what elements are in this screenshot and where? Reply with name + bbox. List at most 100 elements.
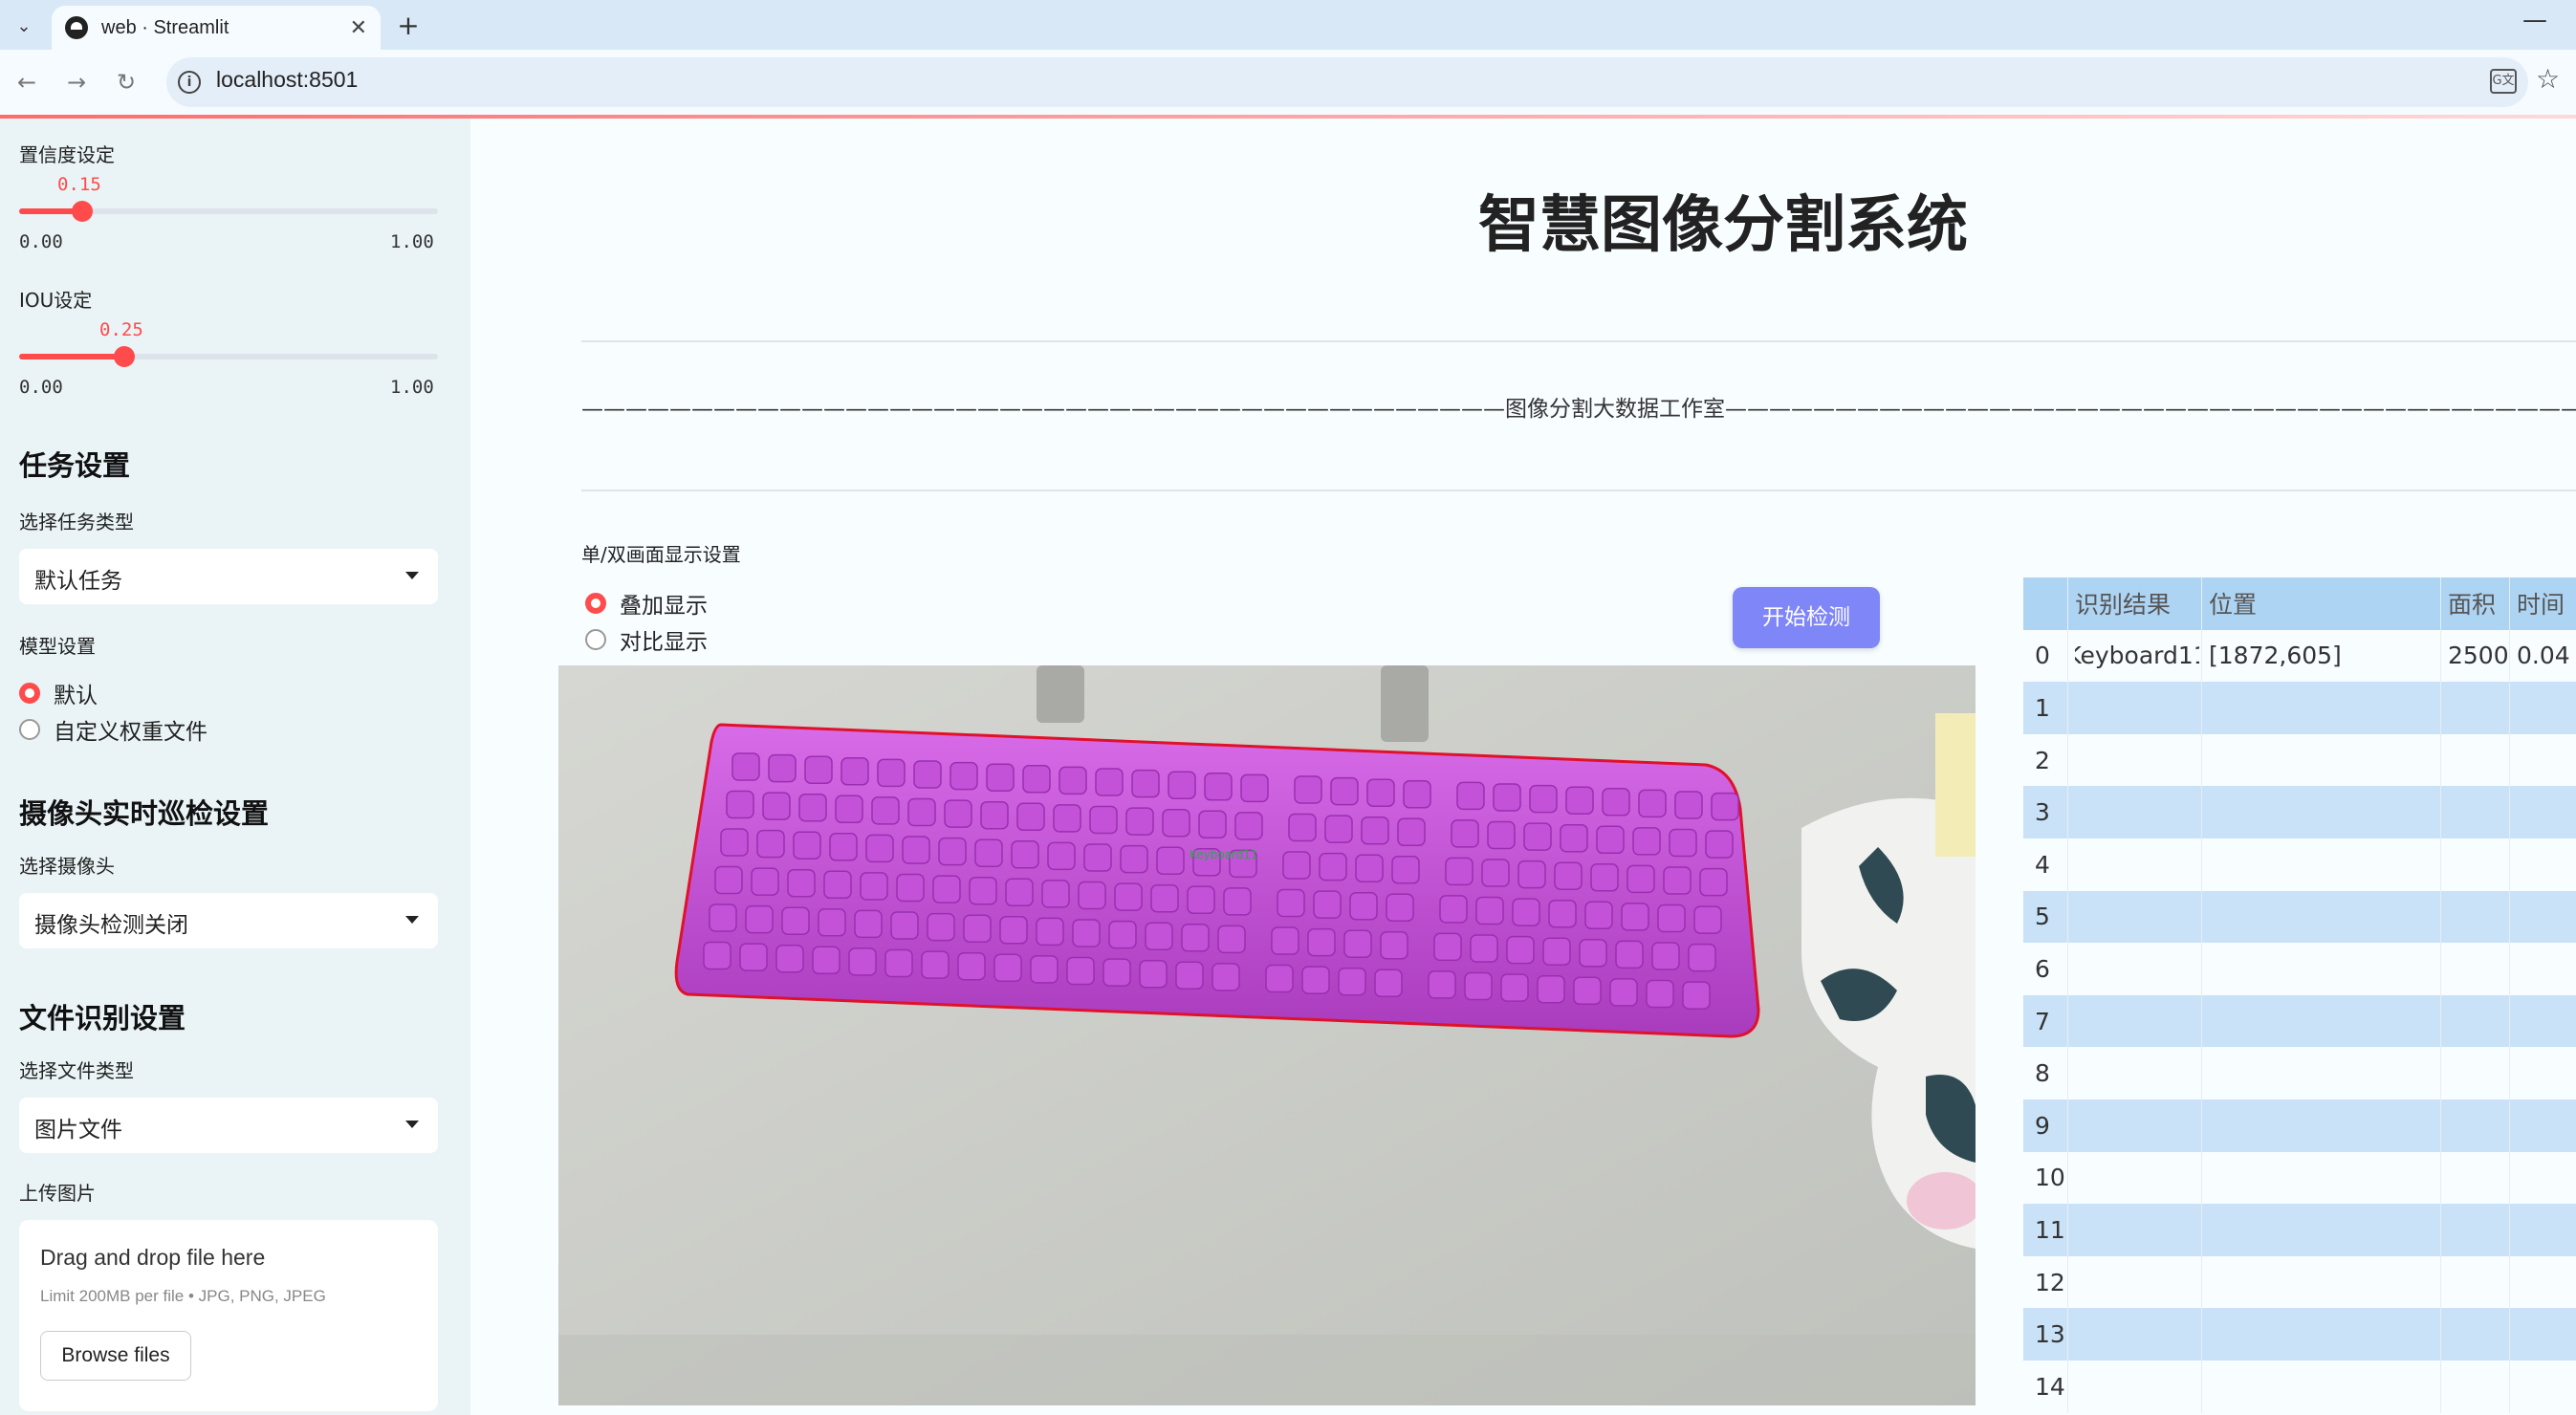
browse-files-button[interactable]: Browse files	[40, 1331, 191, 1381]
keyboard-key	[756, 829, 785, 859]
keyboard-key	[1523, 822, 1552, 851]
browser-tab[interactable]: web · Streamlit ✕	[52, 6, 381, 50]
forward-arrow-icon[interactable]: →	[61, 67, 92, 98]
keyboard-key	[1573, 976, 1602, 1006]
column-divider	[2067, 733, 2068, 787]
task-type-select[interactable]: 默认任务	[19, 549, 438, 604]
divider	[581, 490, 2576, 491]
site-info-icon[interactable]: i	[178, 71, 201, 94]
table-cell	[2448, 838, 2507, 891]
table-cell	[2517, 891, 2574, 944]
table-row[interactable]: 13	[2023, 1308, 2576, 1361]
browser-tab-bar: ⌄ web · Streamlit ✕ + —	[0, 0, 2576, 50]
keyboard-key	[1602, 788, 1630, 816]
keyboard-key	[1397, 817, 1426, 847]
results-table[interactable]: 识别结果 位置 面积时间 0 Keyboard11 [1872,605] 2500820 0.…	[2023, 577, 2576, 1415]
display-radio-overlay[interactable]: 叠加显示	[585, 587, 708, 620]
table-row[interactable]: 10	[2023, 1151, 2576, 1205]
keyboard-key	[1011, 840, 1039, 869]
column-divider	[2509, 733, 2510, 787]
table-row[interactable]: 12	[2023, 1255, 2576, 1309]
model-radio-custom[interactable]: 自定义权重文件	[19, 713, 207, 746]
iou-slider[interactable]	[19, 346, 438, 367]
keyboard-key	[1596, 825, 1625, 855]
url-text[interactable]: localhost:8501	[216, 67, 358, 93]
keyboard-key	[1361, 816, 1389, 845]
column-divider	[2201, 1047, 2202, 1099]
display-radio-compare[interactable]: 对比显示	[585, 623, 708, 656]
tab-list-chevron-icon[interactable]: ⌄	[8, 10, 40, 42]
confidence-slider-thumb[interactable]	[71, 201, 93, 222]
keyboard-key	[1470, 934, 1498, 963]
table-row[interactable]: 4	[2023, 838, 2576, 891]
table-cell	[2075, 838, 2199, 891]
keyboard-key	[1102, 958, 1131, 987]
file-type-select[interactable]: 图片文件	[19, 1098, 438, 1153]
iou-label: IOU设定	[19, 289, 93, 312]
table-row[interactable]: 7	[2023, 994, 2576, 1048]
keyboard-key	[1108, 920, 1137, 949]
table-cell	[2448, 891, 2507, 944]
table-cell: 2	[2035, 746, 2050, 774]
keyboard-key	[787, 868, 816, 898]
keyboard-key	[1131, 769, 1160, 798]
table-row[interactable]: 14	[2023, 1361, 2576, 1413]
keyboard-key	[1078, 881, 1106, 910]
keyboard-key	[913, 760, 942, 789]
window-minimize-button[interactable]: —	[2522, 6, 2547, 34]
camera-select[interactable]: 摄像头检测关闭	[19, 893, 438, 948]
keyboard-key	[884, 948, 913, 978]
keyboard-key	[877, 758, 906, 788]
table-row[interactable]: 3	[2023, 786, 2576, 838]
keyboard-key	[1319, 852, 1347, 882]
studio-banner: ————————————————————————————————————————…	[581, 397, 2576, 422]
keyboard-key	[1120, 844, 1148, 874]
tab-close-icon[interactable]: ✕	[350, 16, 367, 40]
keyboard-key	[1324, 815, 1353, 843]
keyboard-key	[1187, 885, 1215, 915]
table-row[interactable]: 5	[2023, 890, 2576, 944]
model-radio-default[interactable]: 默认	[19, 677, 98, 709]
camera-select-value: 摄像头检测关闭	[34, 913, 188, 938]
table-row[interactable]: 2	[2023, 733, 2576, 787]
table-row[interactable]: 0 Keyboard11 [1872,605] 2500820 0.04	[2023, 629, 2576, 683]
back-arrow-icon[interactable]: ←	[11, 67, 42, 98]
column-divider	[2509, 1047, 2510, 1099]
column-divider	[2067, 890, 2068, 944]
table-cell: 9	[2035, 1111, 2050, 1140]
iou-slider-thumb[interactable]	[113, 346, 135, 367]
url-field[interactable]	[166, 57, 2528, 107]
keyboard-key	[1366, 778, 1395, 807]
keyboard-key	[1041, 880, 1070, 908]
table-row[interactable]: 1	[2023, 682, 2576, 734]
table-row[interactable]: 11	[2023, 1204, 2576, 1256]
table-cell	[2517, 943, 2574, 995]
keyboard-key	[1451, 819, 1479, 848]
bookmark-star-icon[interactable]: ☆	[2536, 63, 2560, 95]
reload-icon[interactable]: ↻	[111, 67, 142, 98]
column-divider	[2440, 786, 2441, 838]
new-tab-button[interactable]: +	[394, 10, 423, 41]
keyboard-key	[1487, 820, 1516, 850]
keyboard-key	[993, 953, 1022, 983]
table-cell	[2448, 995, 2507, 1048]
table-row[interactable]: 8	[2023, 1047, 2576, 1099]
table-row[interactable]: 9	[2023, 1099, 2576, 1152]
table-header-cell: 位置	[2209, 591, 2258, 620]
radio-label: 自定义权重文件	[54, 720, 207, 745]
tab-title: web · Streamlit	[101, 16, 229, 38]
keyboard-key	[1439, 895, 1468, 924]
translate-icon[interactable]: G文	[2490, 69, 2517, 94]
keyboard-key	[818, 908, 846, 937]
start-detection-button[interactable]: 开始检测	[1733, 587, 1880, 648]
column-divider	[2067, 1204, 2068, 1256]
column-divider	[2067, 1361, 2068, 1413]
column-divider	[2440, 1047, 2441, 1099]
file-dropzone[interactable]: Drag and drop file here Limit 200MB per …	[19, 1220, 438, 1411]
keyboard-key	[1030, 955, 1059, 984]
table-row[interactable]: 6	[2023, 943, 2576, 995]
chevron-down-icon	[405, 572, 419, 579]
table-header-cell: 时间	[2517, 591, 2565, 620]
keyboard-key	[798, 793, 827, 822]
confidence-slider[interactable]	[19, 201, 438, 222]
